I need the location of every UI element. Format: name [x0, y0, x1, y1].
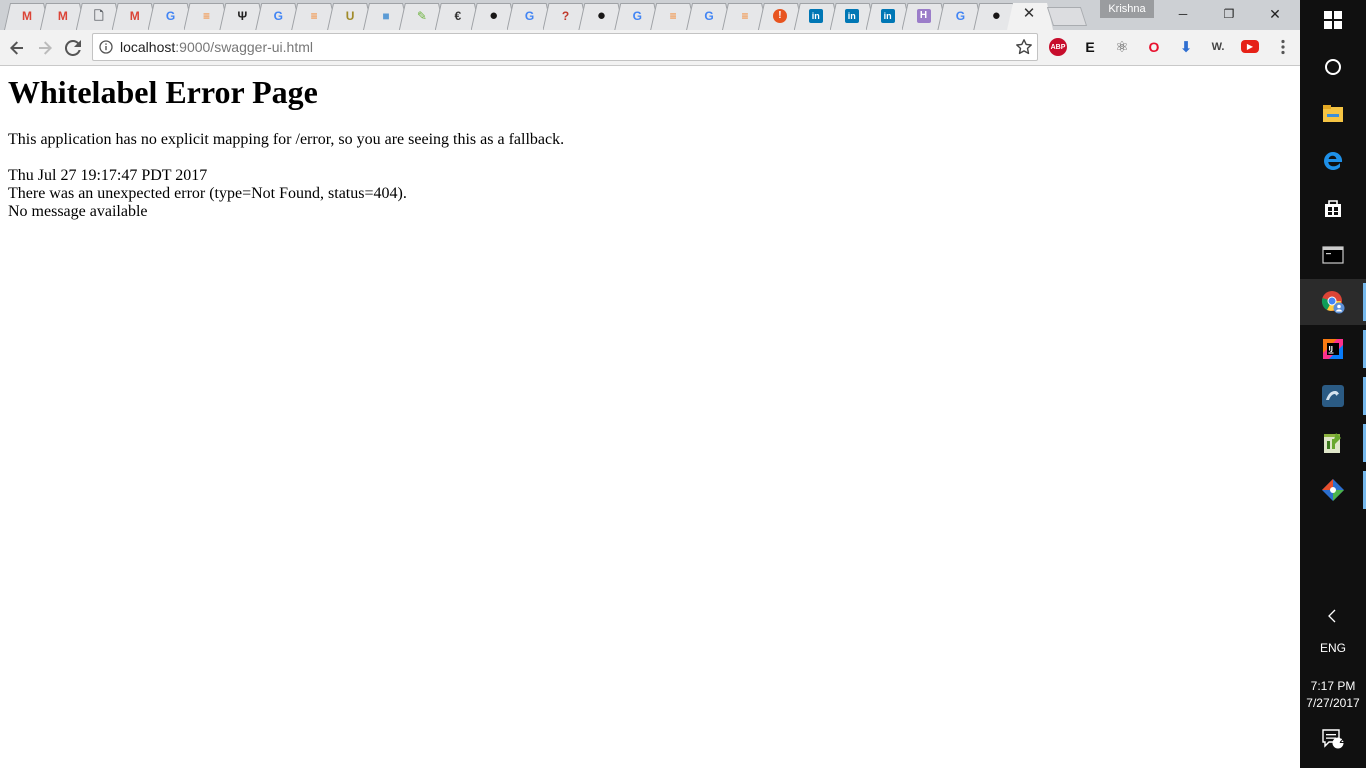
minimize-button[interactable]: ─ [1160, 0, 1206, 28]
mysql-workbench-icon [1321, 384, 1345, 408]
gmail-icon: M [22, 9, 32, 23]
spring-icon: ✎ [416, 9, 427, 23]
error-description: This application has no explicit mapping… [8, 131, 565, 148]
browser-window: M M 🗋 M G ≡ Ψ G ≡ U ■ ✎ € ● G? ● G ≡ G ≡! in in in H G ● ✕ Krishn… [0, 0, 1300, 768]
stackoverflow-icon: ≡ [202, 9, 210, 23]
tab-close-icon[interactable]: ✕ [1022, 6, 1036, 21]
file-explorer-icon [1322, 104, 1344, 124]
forward-button[interactable] [35, 38, 55, 58]
stackoverflow-icon: ≡ [669, 9, 677, 23]
svg-text:IJ: IJ [1329, 346, 1333, 353]
google-icon: G [955, 9, 966, 23]
google-icon: G [632, 9, 642, 23]
terminal-icon [1322, 246, 1344, 264]
notepadpp-icon [1322, 431, 1344, 455]
download-icon[interactable]: ⬇ [1177, 38, 1195, 56]
info-icon[interactable] [99, 40, 113, 54]
taskbar-item[interactable] [1300, 279, 1366, 325]
linkedin-icon: in [844, 9, 859, 23]
edge-icon [1322, 150, 1344, 172]
chrome-icon [1321, 290, 1345, 314]
tab-strip: M M 🗋 M G ≡ Ψ G ≡ U ■ ✎ € ● G? ● G ≡ G ≡! in in in H G ● ✕ Krishn… [0, 0, 1300, 30]
windows-taskbar: IJ ENG 7:17 PM 7/27/2017 2 [1300, 0, 1366, 768]
question-icon: ? [561, 9, 570, 23]
react-devtools-icon[interactable]: ⚛ [1113, 38, 1131, 56]
clock-time[interactable]: 7:17 PM [1300, 678, 1366, 694]
url-text[interactable]: localhost:9000/swagger-ui.html [120, 39, 313, 55]
gmail-icon: M [129, 9, 140, 23]
udemy-icon: U [345, 9, 355, 23]
windows-start-icon [1324, 11, 1342, 29]
github-icon: ● [489, 7, 499, 24]
gmail-icon: M [57, 9, 68, 23]
linkedin-icon: in [808, 9, 823, 23]
back-arrow-icon [10, 41, 23, 55]
taskbar-item[interactable] [1300, 44, 1366, 90]
profile-name[interactable]: Krishna [1100, 0, 1154, 18]
google-icon: G [165, 9, 176, 23]
page-title: Whitelabel Error Page [8, 74, 318, 110]
github-icon: ● [596, 7, 606, 24]
cortana-icon [1324, 58, 1342, 76]
adblock-plus-icon[interactable]: ABP [1049, 38, 1067, 56]
taskbar-item[interactable] [1300, 138, 1366, 184]
notification-count: 2 [1339, 735, 1345, 745]
page-content: Whitelabel Error Page This application h… [8, 66, 1292, 766]
error-details: Thu Jul 27 19:17:47 PDT 2017 There was a… [8, 167, 1292, 221]
stackoverflow-icon: ≡ [741, 9, 749, 23]
minimize-icon: ─ [1178, 7, 1188, 21]
evernote-icon[interactable]: E [1081, 38, 1099, 56]
reload-button[interactable] [63, 38, 83, 58]
back-button[interactable] [7, 38, 27, 58]
browser-toolbar: localhost:9000/swagger-ui.html ABP E ⚛ O ⬇ W.… [0, 30, 1300, 66]
stackoverflow-icon: ≡ [310, 9, 318, 23]
error-timestamp: Thu Jul 27 19:17:47 PDT 2017 [8, 167, 208, 184]
blue-square-icon: ■ [382, 9, 390, 23]
taskbar-item[interactable]: IJ [1300, 326, 1366, 372]
producthunt-icon: Ψ [237, 9, 248, 23]
taskbar-item[interactable] [1300, 373, 1366, 419]
language-indicator[interactable]: ENG [1300, 640, 1366, 656]
taskbar-item[interactable] [1300, 185, 1366, 231]
google-icon: G [704, 9, 714, 23]
intellij-icon: IJ [1321, 337, 1345, 361]
reload-icon [65, 40, 81, 56]
restore-icon: ❐ [1223, 7, 1235, 21]
chrome-menu-icon[interactable] [1274, 38, 1292, 56]
taskbar-item[interactable] [1300, 420, 1366, 466]
restore-button[interactable]: ❐ [1206, 0, 1252, 28]
close-window-button[interactable]: ✕ [1252, 0, 1298, 28]
address-bar[interactable]: localhost:9000/swagger-ui.html [92, 33, 1038, 61]
sourcetree-icon [1321, 478, 1345, 502]
error-message: No message available [8, 203, 148, 220]
google-icon: G [273, 9, 283, 23]
tab-active-swagger[interactable]: ✕ [1007, 3, 1053, 30]
chevron-left-icon [1328, 609, 1336, 623]
github-icon: ● [991, 7, 1001, 24]
youtube-icon[interactable]: ▶ [1241, 40, 1259, 53]
url-path: :9000/swagger-ui.html [175, 39, 314, 55]
new-tab-button[interactable] [1046, 7, 1088, 26]
heroku-icon: H [916, 9, 931, 23]
action-center-button[interactable]: 2 [1300, 717, 1366, 761]
error-status: There was an unexpected error (type=Not … [8, 185, 407, 202]
document-icon: 🗋 [93, 9, 104, 23]
wappalyzer-icon[interactable]: W. [1209, 38, 1227, 56]
linkedin-icon: in [880, 9, 895, 23]
google-icon: G [524, 9, 535, 23]
bookmark-star-icon[interactable] [1015, 38, 1033, 56]
close-icon: ✕ [1269, 5, 1281, 22]
dotcom-icon: € [454, 9, 462, 23]
forward-arrow-icon [39, 41, 52, 55]
show-hidden-icons-button[interactable] [1300, 593, 1366, 639]
taskbar-item[interactable] [1300, 0, 1366, 43]
url-host: localhost [120, 39, 176, 55]
store-icon [1322, 197, 1344, 219]
taskbar-item[interactable] [1300, 91, 1366, 137]
alert-icon: ! [772, 9, 787, 23]
taskbar-item[interactable] [1300, 467, 1366, 513]
opera-icon[interactable]: O [1145, 38, 1163, 56]
clock-date[interactable]: 7/27/2017 [1300, 695, 1366, 711]
taskbar-item[interactable] [1300, 232, 1366, 278]
